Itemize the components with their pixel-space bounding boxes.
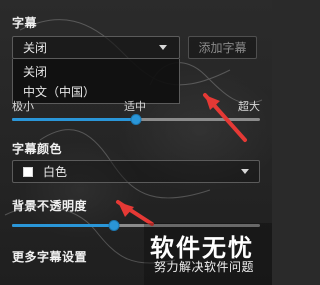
- size-slider-labels: 极小 适中 超大: [12, 98, 260, 114]
- chevron-down-icon: [159, 45, 167, 50]
- size-slider-thumb[interactable]: [130, 114, 142, 125]
- watermark-subtitle: 努力解决软件问题: [154, 260, 255, 274]
- menu-item-off[interactable]: 关闭: [13, 61, 179, 81]
- chevron-down-icon: [241, 169, 249, 174]
- background-opacity-title: 背景不透明度: [12, 199, 88, 213]
- size-label-min: 极小: [12, 100, 34, 113]
- size-slider-fill: [12, 118, 136, 121]
- subtitles-dropdown-value: 关闭: [23, 41, 48, 55]
- subtitle-color-title: 字幕颜色: [12, 142, 63, 156]
- opacity-slider-thumb[interactable]: [108, 220, 120, 231]
- subtitle-color-value: 白色: [43, 165, 68, 179]
- opacity-slider-fill: [12, 224, 114, 227]
- subtitles-dropdown[interactable]: 关闭: [12, 36, 180, 59]
- subtitles-section-title: 字幕: [12, 16, 38, 30]
- color-swatch: [23, 166, 33, 177]
- subtitle-settings-panel: 字幕 关闭 添加字幕 关闭 中文（中国） 极小 适中 超大 字幕颜色 白色 背景…: [0, 0, 272, 285]
- more-subtitle-settings-link[interactable]: 更多字幕设置: [12, 248, 87, 265]
- size-slider-track[interactable]: [12, 114, 260, 125]
- subtitle-color-select[interactable]: 白色: [12, 160, 260, 183]
- add-subtitle-button[interactable]: 添加字幕: [188, 36, 257, 59]
- size-label-mid: 适中: [124, 100, 146, 113]
- size-label-max: 超大: [238, 100, 260, 113]
